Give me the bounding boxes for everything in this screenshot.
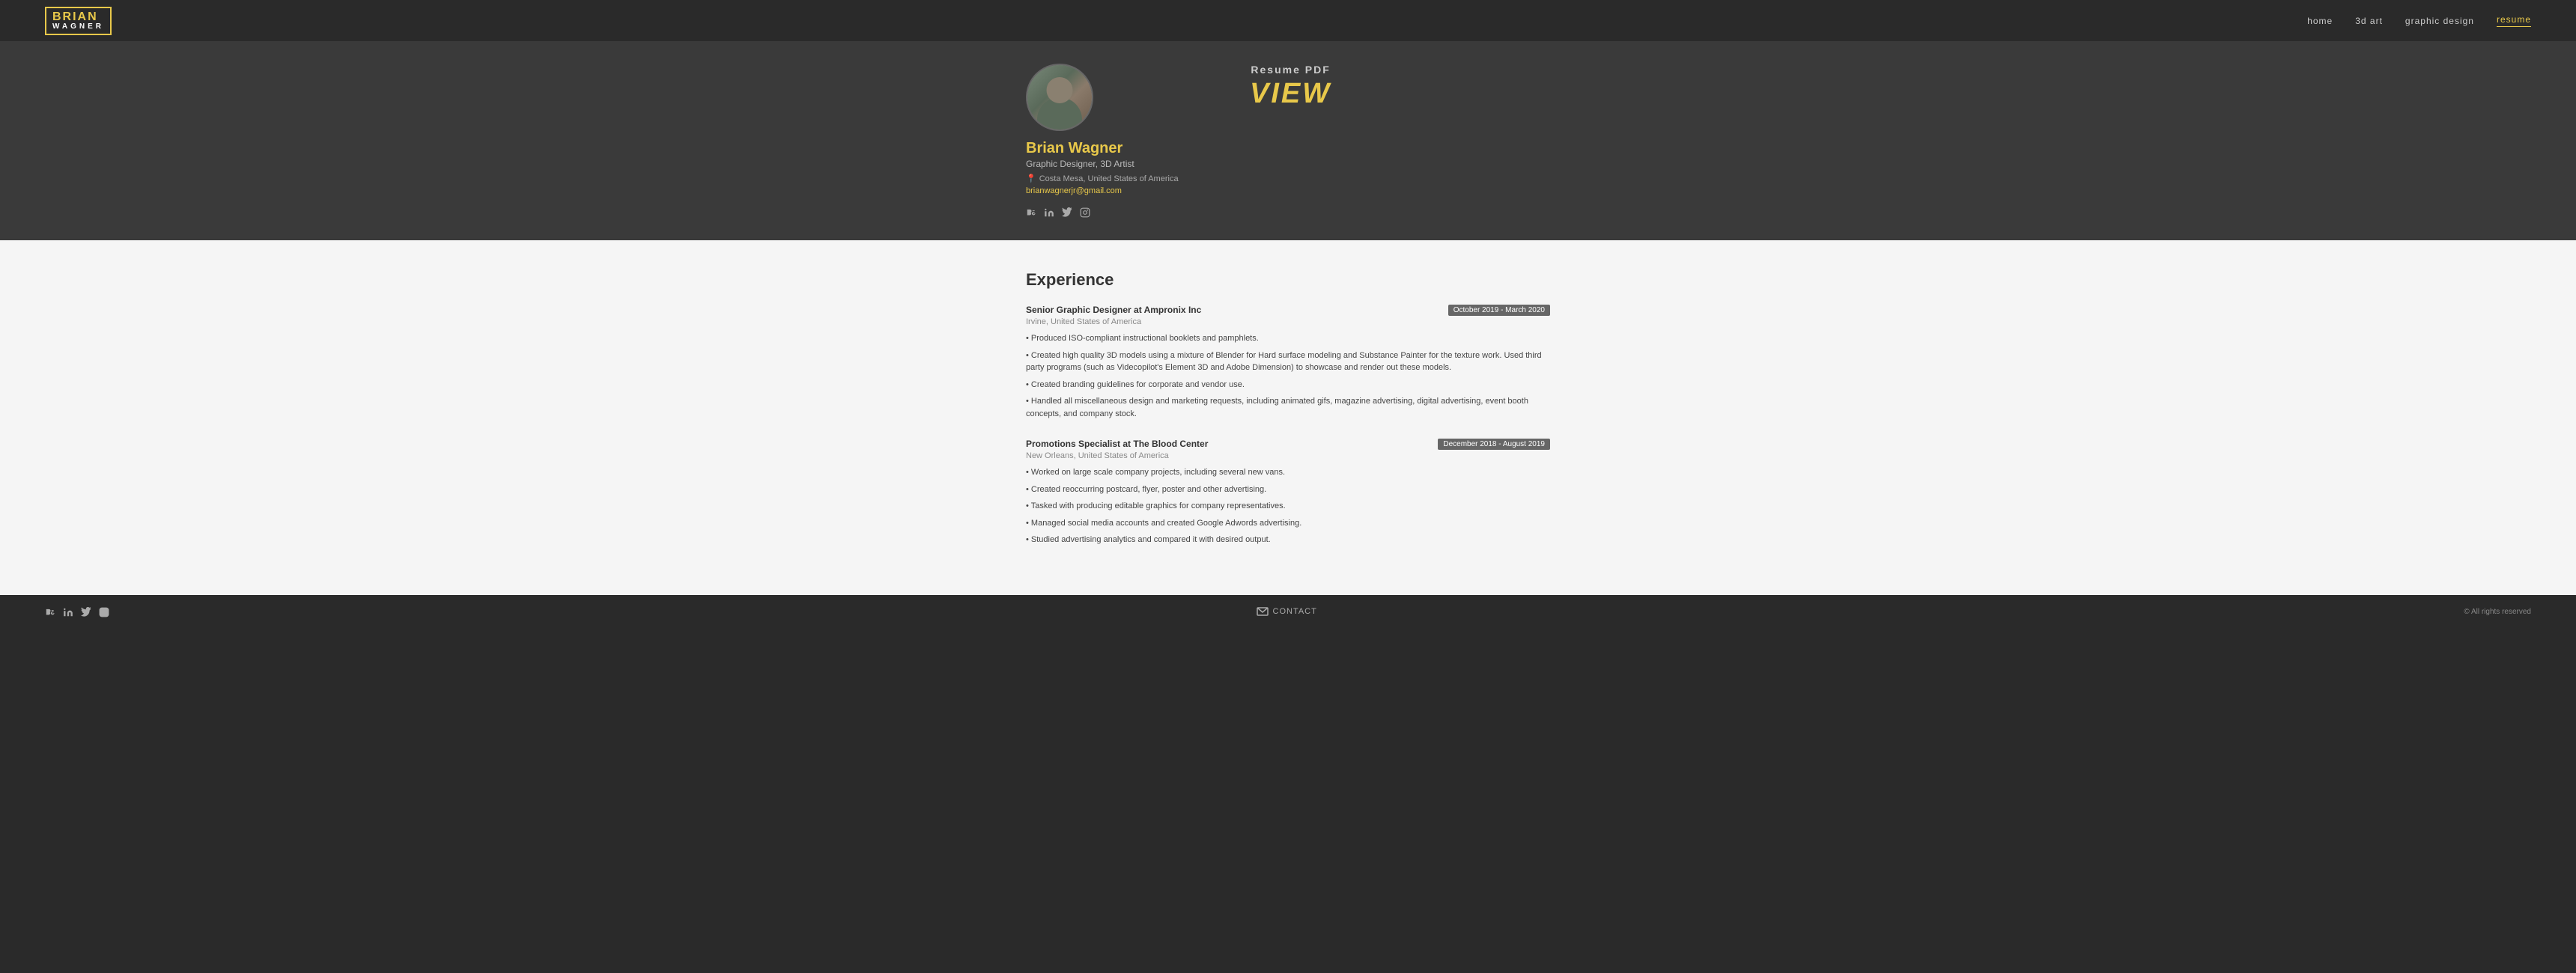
footer-contact-label: CONTACT (1273, 607, 1317, 616)
nav-graphic-design[interactable]: graphic design (2405, 16, 2474, 26)
footer-twitter-icon[interactable] (81, 606, 91, 618)
job-dates-1: October 2019 - March 2020 (1448, 305, 1550, 316)
avatar-image (1027, 64, 1092, 131)
job-bullets-2: • Worked on large scale company projects… (1026, 466, 1550, 546)
experience-block-2: Promotions Specialist at The Blood Cente… (1026, 439, 1550, 546)
logo-area[interactable]: BRIAN WAGNER (45, 7, 112, 35)
footer-copyright: © All rights reserved (2464, 608, 2531, 616)
bullet-2-3: • Managed social media accounts and crea… (1026, 517, 1550, 530)
experience-title: Experience (1026, 270, 1550, 290)
profile-location-text: Costa Mesa, United States of America (1039, 174, 1179, 183)
footer-social-icons (45, 606, 109, 618)
job-location-2: New Orleans, United States of America (1026, 451, 1550, 460)
footer: CONTACT © All rights reserved (0, 595, 2576, 629)
profile-section: Brian Wagner Graphic Designer, 3D Artist… (0, 41, 2576, 240)
bullet-2-0: • Worked on large scale company projects… (1026, 466, 1550, 479)
experience-block-1: Senior Graphic Designer at Ampronix Inc … (1026, 305, 1550, 420)
nav-home[interactable]: home (2307, 16, 2333, 26)
profile-name: Brian Wagner (1026, 140, 1123, 157)
bullet-2-2: • Tasked with producing editable graphic… (1026, 500, 1550, 513)
resume-pdf-label: Resume PDF (1251, 64, 1330, 76)
job-title-2: Promotions Specialist at The Blood Cente… (1026, 439, 1208, 449)
bullet-1-1: • Created high quality 3D models using a… (1026, 350, 1550, 374)
bullet-1-0: • Produced ISO-compliant instructional b… (1026, 332, 1550, 345)
nav-resume[interactable]: resume (2497, 14, 2531, 27)
logo-box: BRIAN WAGNER (45, 7, 112, 35)
job-location-1: Irvine, United States of America (1026, 317, 1550, 326)
content-inner: Experience Senior Graphic Designer at Am… (1026, 270, 1550, 565)
header: BRIAN WAGNER home 3d art graphic design … (0, 0, 2576, 41)
job-header-1: Senior Graphic Designer at Ampronix Inc … (1026, 305, 1550, 316)
job-header-2: Promotions Specialist at The Blood Cente… (1026, 439, 1550, 450)
profile-location: 📍 Costa Mesa, United States of America (1026, 174, 1179, 183)
main-nav: home 3d art graphic design resume (2307, 14, 2531, 27)
avatar (1026, 64, 1093, 131)
logo-wagner: WAGNER (52, 23, 104, 31)
bullet-2-4: • Studied advertising analytics and comp… (1026, 534, 1550, 546)
nav-3d-art[interactable]: 3d art (2355, 16, 2383, 26)
footer-linkedin-icon[interactable] (63, 606, 73, 618)
job-title-1: Senior Graphic Designer at Ampronix Inc (1026, 305, 1201, 315)
profile-left: Brian Wagner Graphic Designer, 3D Artist… (1026, 64, 1179, 218)
profile-inner: Brian Wagner Graphic Designer, 3D Artist… (1026, 64, 1550, 218)
contact-envelope-icon (1257, 607, 1269, 616)
linkedin-icon[interactable] (1044, 206, 1054, 218)
instagram-icon[interactable] (1080, 206, 1090, 218)
job-bullets-1: • Produced ISO-compliant instructional b… (1026, 332, 1550, 420)
resume-view-button[interactable]: VIEW (1250, 79, 1331, 108)
footer-instagram-icon[interactable] (99, 606, 109, 618)
main-content: Experience Senior Graphic Designer at Am… (0, 240, 2576, 595)
bullet-1-3: • Handled all miscellaneous design and m… (1026, 395, 1550, 420)
footer-contact[interactable]: CONTACT (1257, 607, 1317, 616)
social-icons (1026, 206, 1090, 218)
job-dates-2: December 2018 - August 2019 (1438, 439, 1550, 450)
footer-behance-icon[interactable] (45, 606, 55, 618)
resume-pdf-block: Resume PDF VIEW (1224, 64, 1358, 108)
location-icon: 📍 (1026, 174, 1036, 183)
bullet-2-1: • Created reoccurring postcard, flyer, p… (1026, 484, 1550, 496)
logo-brian: BRIAN (52, 11, 98, 23)
twitter-icon[interactable] (1062, 206, 1072, 218)
profile-email[interactable]: brianwagnerjr@gmail.com (1026, 186, 1122, 195)
bullet-1-2: • Created branding guidelines for corpor… (1026, 379, 1550, 391)
behance-icon[interactable] (1026, 206, 1036, 218)
profile-title: Graphic Designer, 3D Artist (1026, 159, 1134, 169)
